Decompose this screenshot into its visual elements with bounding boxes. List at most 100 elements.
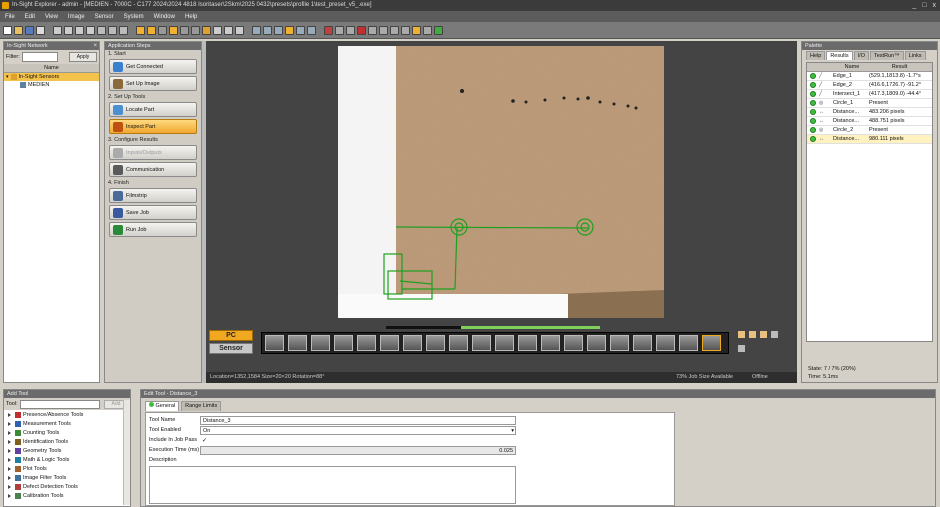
tool-list-scrollbar[interactable] — [123, 400, 130, 505]
result-row[interactable]: ↔ Distance... 488.751 pixels — [807, 117, 932, 126]
refresh-icon[interactable] — [224, 25, 233, 35]
play-icon[interactable] — [191, 25, 200, 35]
filmstrip-frame[interactable] — [472, 335, 491, 351]
filmstrip-settings-icon[interactable] — [737, 344, 746, 353]
trigger-icon[interactable] — [136, 25, 145, 35]
filmstrip-frame[interactable] — [518, 335, 537, 351]
easybuilder-icon[interactable] — [412, 25, 421, 35]
tool-category-calibration-tools[interactable]: Calibration Tools — [4, 491, 130, 500]
maximize-button[interactable]: □ — [922, 1, 926, 10]
save-job-button[interactable]: Save Job — [109, 205, 197, 220]
zoom-fit-icon[interactable] — [274, 25, 283, 35]
filmstrip-frame[interactable] — [656, 335, 675, 351]
tool-category-image-filter-tools[interactable]: Image Filter Tools — [4, 473, 130, 482]
description-textarea[interactable] — [149, 466, 516, 504]
delete-icon[interactable] — [86, 25, 95, 35]
menu-window[interactable]: Window — [154, 14, 175, 20]
filmstrip-frame[interactable] — [541, 335, 560, 351]
acquired-image[interactable] — [338, 46, 664, 318]
include-in-job-pass-checkbox[interactable]: ✓ — [202, 437, 207, 444]
copy-icon[interactable] — [64, 25, 73, 35]
save-icon[interactable] — [25, 25, 34, 35]
zoom-in-icon[interactable] — [252, 25, 261, 35]
new-icon[interactable] — [3, 25, 12, 35]
tab-links[interactable]: Links — [904, 51, 926, 60]
filmstrip-frame[interactable] — [564, 335, 583, 351]
result-row[interactable]: ◎ Circle_1 Present — [807, 99, 932, 108]
result-row[interactable]: ↔ Distance... 483.206 pixels — [807, 108, 932, 117]
cut-icon[interactable] — [53, 25, 62, 35]
tab-help[interactable]: Help — [806, 51, 826, 60]
filmstrip-next-icon[interactable] — [759, 330, 768, 339]
filmstrip-frame[interactable] — [449, 335, 468, 351]
image-icon[interactable] — [390, 25, 399, 35]
filmstrip-frame[interactable] — [610, 335, 629, 351]
filmstrip-frame[interactable] — [587, 335, 606, 351]
menu-help[interactable]: Help — [185, 14, 197, 20]
tab-testrun[interactable]: TestRun™ — [870, 51, 904, 60]
layout-icon[interactable] — [401, 25, 410, 35]
custom-view-icon[interactable] — [379, 25, 388, 35]
settings-icon[interactable] — [423, 25, 432, 35]
tool-name-input[interactable]: Distance_3 — [200, 416, 516, 425]
menu-image[interactable]: Image — [68, 14, 85, 20]
inspect-part-button[interactable]: Inspect Part — [109, 119, 197, 134]
open-icon[interactable] — [14, 25, 23, 35]
paste-icon[interactable] — [75, 25, 84, 35]
stop-icon[interactable] — [357, 25, 366, 35]
filmstrip-frame[interactable] — [702, 335, 721, 351]
menu-view[interactable]: View — [45, 14, 58, 20]
filmstrip-last-icon[interactable] — [770, 330, 779, 339]
filmstrip-frame[interactable] — [403, 335, 422, 351]
run-job-button[interactable]: Run Job — [109, 222, 197, 237]
result-row[interactable]: ↔ Distance... 980.111 pixels — [807, 135, 932, 144]
filmstrip-button[interactable]: Filmstrip — [109, 188, 197, 203]
filmstrip-frame[interactable] — [265, 335, 284, 351]
tool-filter-input[interactable] — [19, 399, 100, 409]
zoom-out-icon[interactable] — [263, 25, 272, 35]
filmstrip-frame[interactable] — [679, 335, 698, 351]
record-icon[interactable] — [180, 25, 189, 35]
communication-button[interactable]: Communication — [109, 162, 197, 177]
tab-i-o[interactable]: I/O — [853, 51, 869, 60]
tool-category-presence-absence-tools[interactable]: Presence/Absence Tools — [4, 410, 130, 419]
replay-icon[interactable] — [169, 25, 178, 35]
locate-part-button[interactable]: Locate Part — [109, 102, 197, 117]
zoom-fill-icon[interactable] — [285, 25, 294, 35]
online-icon[interactable] — [158, 25, 167, 35]
tool-category-counting-tools[interactable]: Counting Tools — [4, 428, 130, 437]
status-icon[interactable] — [434, 25, 443, 35]
filmstrip-frame[interactable] — [633, 335, 652, 351]
menu-sensor[interactable]: Sensor — [95, 14, 114, 20]
filmstrip-frame[interactable] — [334, 335, 353, 351]
filmstrip-frame[interactable] — [357, 335, 376, 351]
filmstrip-frame[interactable] — [288, 335, 307, 351]
pc-button[interactable]: PC — [209, 330, 253, 341]
filmstrip-frame[interactable] — [495, 335, 514, 351]
overlay-icon[interactable] — [324, 25, 333, 35]
minimize-button[interactable]: _ — [912, 1, 916, 10]
camera-icon[interactable] — [202, 25, 211, 35]
undo-icon[interactable] — [97, 25, 106, 35]
graphics-icon[interactable] — [335, 25, 344, 35]
filmstrip-frame[interactable] — [311, 335, 330, 351]
tree-item-medien[interactable]: MEDIEN — [4, 81, 99, 89]
sensor-button[interactable]: Sensor — [209, 343, 253, 354]
spreadsheet-icon[interactable] — [368, 25, 377, 35]
tool-category-measurement-tools[interactable]: Measurement Tools — [4, 419, 130, 428]
close-icon[interactable]: × — [93, 42, 97, 50]
tab-range-limits[interactable]: Range Limits — [181, 401, 222, 411]
print-icon[interactable] — [36, 25, 45, 35]
tab-results[interactable]: Results — [826, 51, 853, 60]
tree-item-insight-sensors[interactable]: ▾ In-Sight Sensors — [4, 73, 99, 81]
redo-icon[interactable] — [108, 25, 117, 35]
tool-category-geometry-tools[interactable]: Geometry Tools — [4, 446, 130, 455]
result-row[interactable]: ╱ Edge_2 (416.6,1726.7) -91.2° — [807, 81, 932, 90]
rotate-icon[interactable] — [213, 25, 222, 35]
filmstrip-prev-icon[interactable] — [748, 330, 757, 339]
filmstrip-frame[interactable] — [380, 335, 399, 351]
filter-input[interactable] — [21, 52, 58, 62]
live-video-icon[interactable] — [147, 25, 156, 35]
zoom-100-icon[interactable] — [296, 25, 305, 35]
result-row[interactable]: ╱ Intersect_1 (417.3,1809.0) -44.4° — [807, 90, 932, 99]
